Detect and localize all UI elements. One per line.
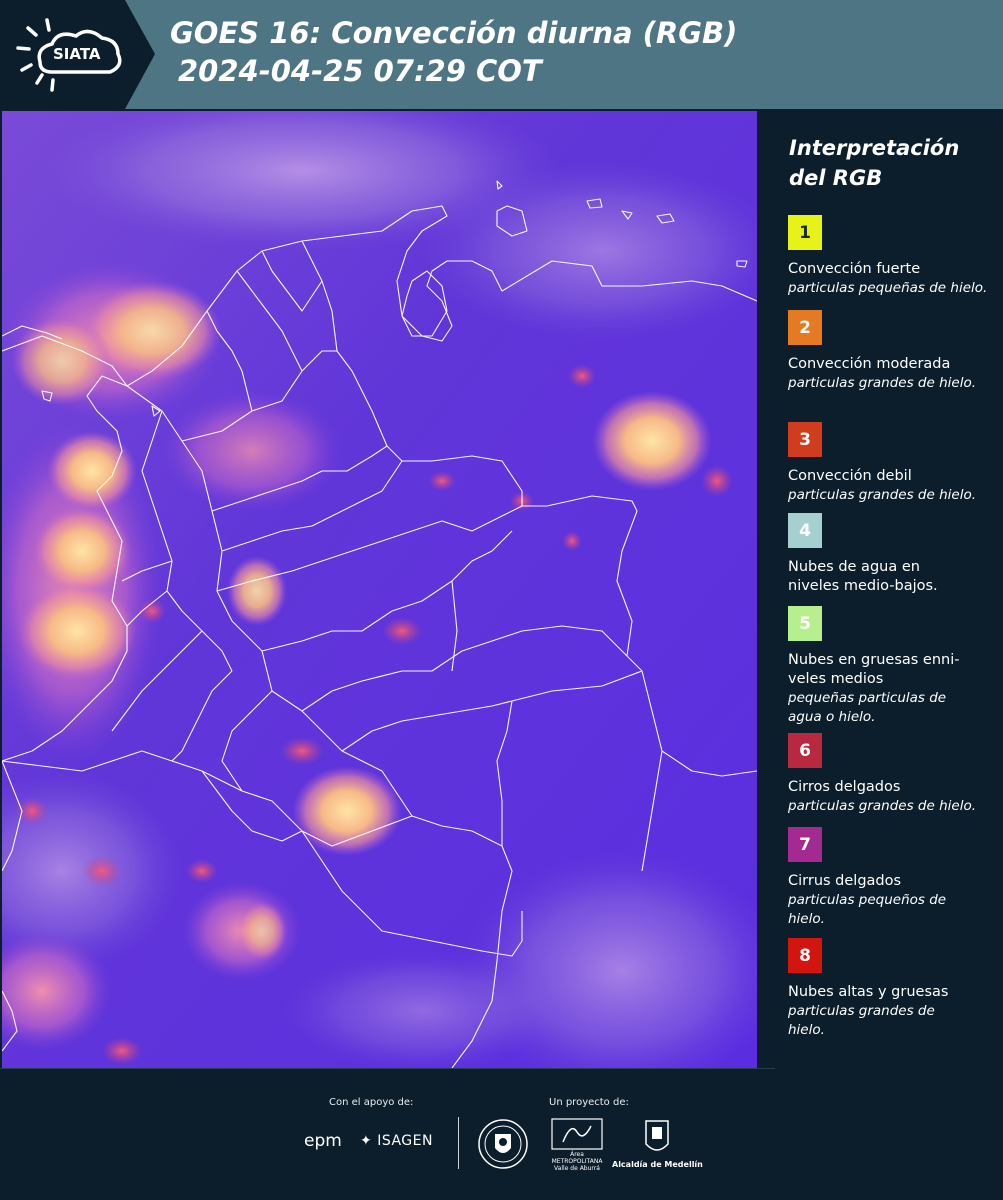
legend-item-title: Convección moderada: [788, 356, 951, 372]
legend-item-subtitle: pequeñas particulas de agua o hielo.: [788, 690, 947, 725]
legend-item-4: 4 Nubes de agua en niveles medio-bajos.: [788, 513, 993, 596]
medellin-seal-icon: [477, 1118, 529, 1174]
satellite-map: [2, 111, 757, 1068]
title-line-1: GOES 16: Convección diurna (RGB): [170, 16, 738, 50]
legend-swatch-2: 2: [788, 310, 822, 345]
footer: Con el apoyo de: Un proyecto de: epm ✦ I…: [0, 1068, 1003, 1200]
header-bar: SIATA GOES 16: Convección diurna (RGB) 2…: [0, 0, 1003, 109]
legend-item-subtitle: particulas pequeños de hielo.: [788, 892, 947, 927]
footer-divider: [458, 1117, 459, 1169]
legend-item-3: 3 Convección debil particulas grandes de…: [788, 422, 993, 505]
alcaldia-text: Alcaldía de Medellín: [612, 1160, 703, 1169]
footer-top-rule: [0, 1068, 775, 1069]
legend-item-subtitle: particulas grandes de hielo.: [788, 798, 976, 814]
legend-item-7: 7 Cirrus delgados particulas pequeños de…: [788, 827, 993, 929]
legend-item-title: Convección debil: [788, 468, 912, 484]
legend-item-title: Nubes en gruesas enni-veles medios: [788, 652, 960, 687]
area-metropolitana-logo: Área METROPOLITANA Valle de Aburrá: [551, 1118, 603, 1172]
legend-item-title: Nubes altas y gruesas: [788, 984, 949, 1000]
legend-item-title: Nubes de agua en niveles medio-bajos.: [788, 559, 938, 594]
area-metropolitana-text: Área METROPOLITANA Valle de Aburrá: [551, 1151, 603, 1172]
legend-item-6: 6 Cirros delgados particulas grandes de …: [788, 733, 993, 816]
isagen-logo: ✦ ISAGEN: [360, 1133, 433, 1149]
siata-logo: SIATA: [0, 0, 155, 109]
page-title: GOES 16: Convección diurna (RGB) 2024-04…: [170, 14, 737, 90]
legend-item-title: Cirrus delgados: [788, 873, 902, 889]
legend-item-subtitle: particulas grandes de hielo.: [788, 1003, 935, 1038]
legend-item-subtitle: particulas pequeñas de hielo.: [788, 280, 988, 296]
isagen-logo-text: ISAGEN: [377, 1133, 433, 1149]
title-line-2: 2024-04-25 07:29 COT: [178, 54, 542, 88]
legend-swatch-3: 3: [788, 422, 822, 457]
legend-swatch-5: 5: [788, 606, 822, 641]
isagen-star-icon: ✦: [360, 1133, 373, 1149]
legend-panel: Interpretación del RGB 1 Convección fuer…: [759, 111, 1003, 1068]
legend-title-line-2: del RGB: [789, 166, 883, 190]
legend-swatch-7: 7: [788, 827, 822, 862]
legend-item-5: 5 Nubes en gruesas enni-veles medios peq…: [788, 606, 993, 727]
legend-title-line-1: Interpretación: [789, 136, 960, 160]
legend-swatch-1: 1: [788, 215, 822, 250]
project-label: Un proyecto de:: [549, 1097, 629, 1108]
legend-item-title: Cirros delgados: [788, 779, 901, 795]
support-label: Con el apoyo de:: [329, 1097, 414, 1108]
logo-text: SIATA: [53, 45, 101, 63]
epm-logo: epm: [304, 1131, 342, 1151]
legend-swatch-8: 8: [788, 938, 822, 973]
legend-item-1: 1 Convección fuerte particulas pequeñas …: [788, 215, 993, 298]
legend-item-2: 2 Convección moderada particulas grandes…: [788, 310, 993, 393]
legend-item-subtitle: particulas grandes de hielo.: [788, 487, 976, 503]
legend-swatch-4: 4: [788, 513, 822, 548]
legend-item-title: Convección fuerte: [788, 261, 921, 277]
legend-title: Interpretación del RGB: [789, 133, 989, 193]
alcaldia-medellin-logo: Alcaldía de Medellín: [612, 1118, 703, 1178]
legend-item-8: 8 Nubes altas y gruesas particulas grand…: [788, 938, 993, 1040]
legend-swatch-6: 6: [788, 733, 822, 768]
legend-item-subtitle: particulas grandes de hielo.: [788, 375, 976, 391]
